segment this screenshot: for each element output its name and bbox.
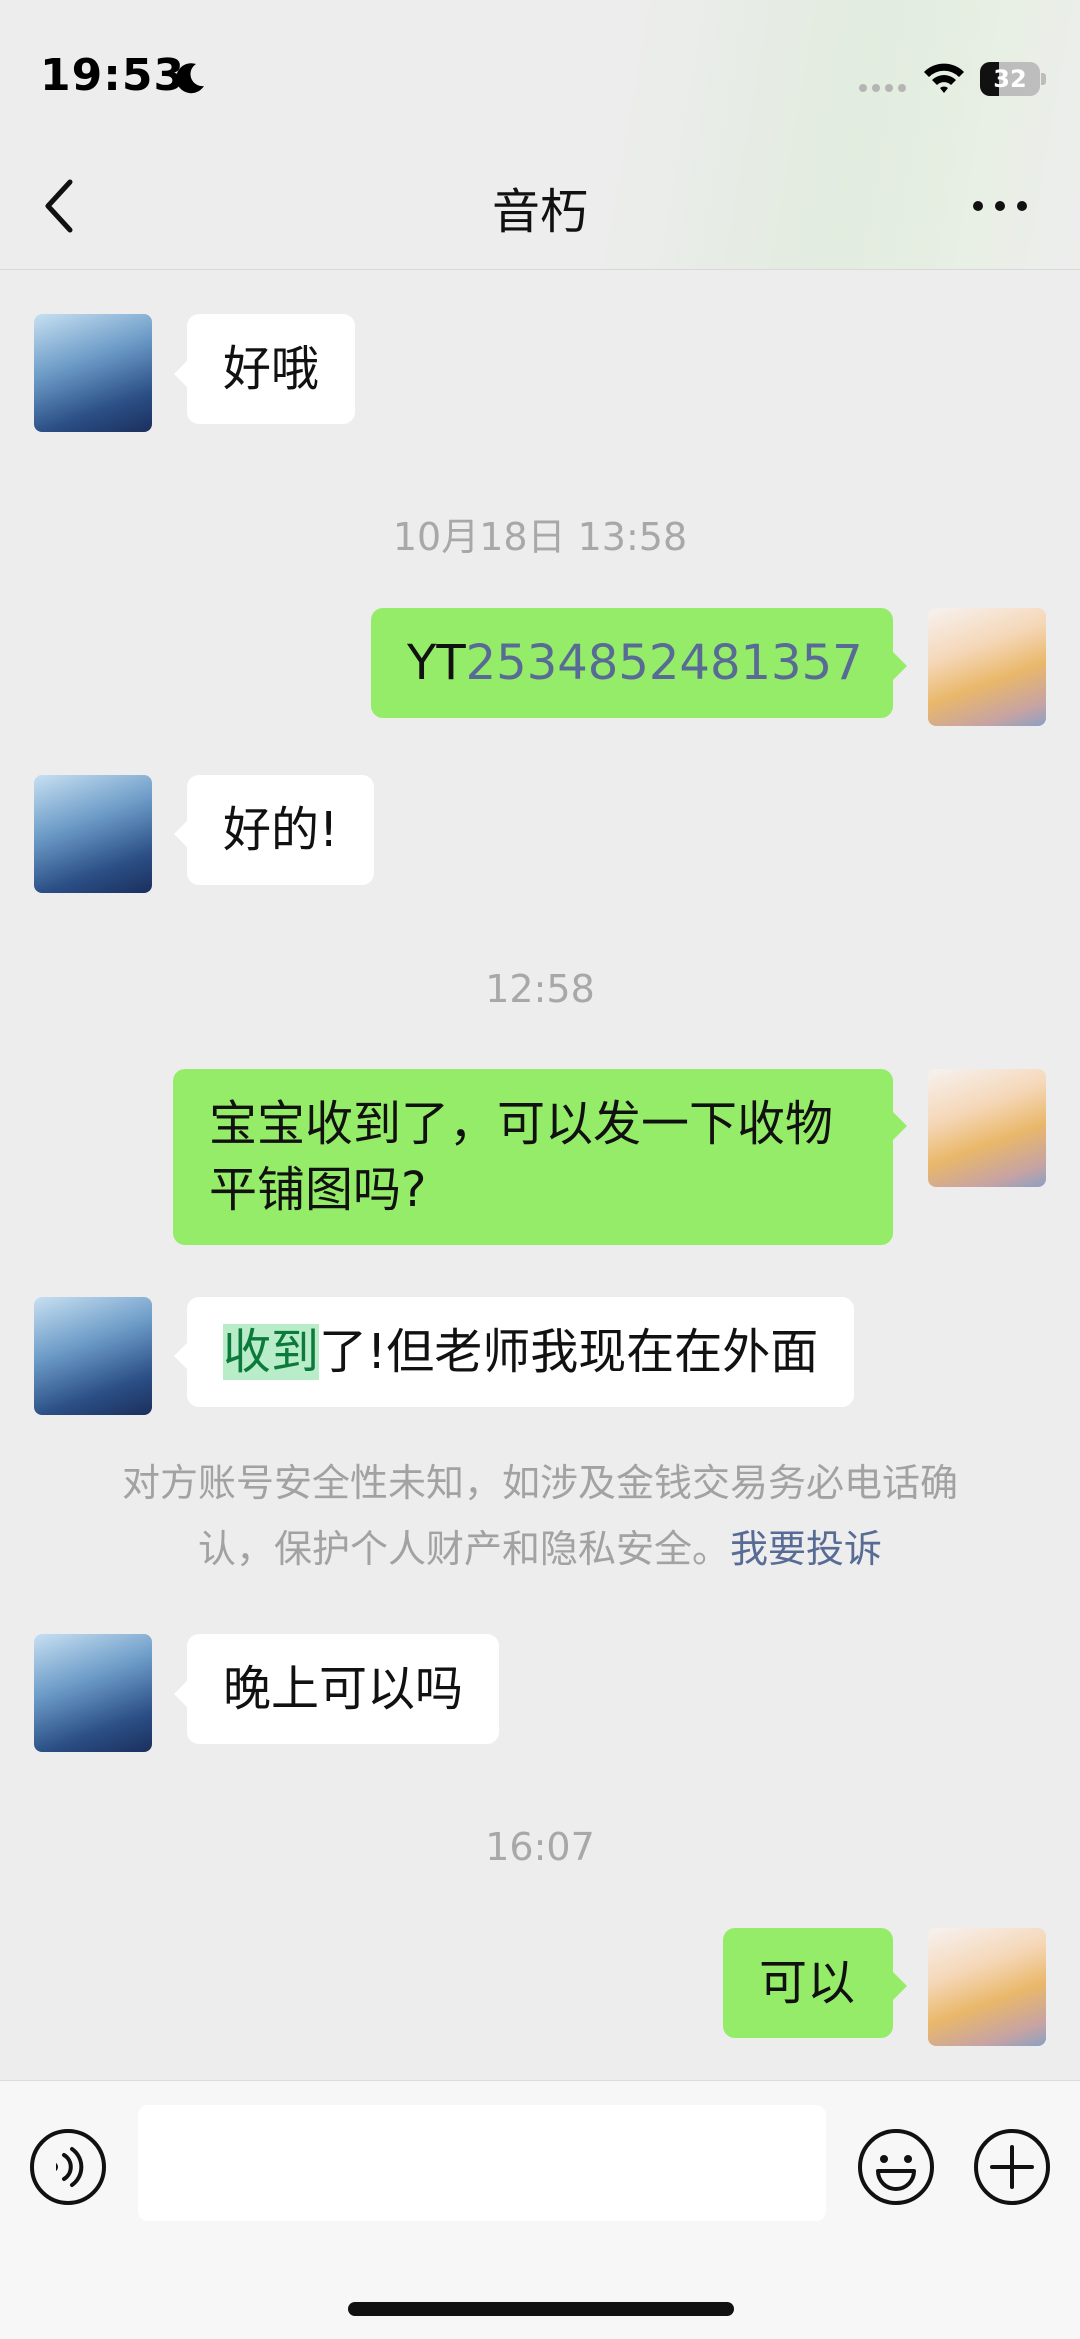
message-line: 平铺图吗? bbox=[209, 1162, 427, 1218]
emoji-icon[interactable] bbox=[856, 2127, 936, 2207]
message-bubble-received[interactable]: 好哦 bbox=[187, 314, 356, 424]
notice-line: 对方账号安全性未知，如涉及金钱交易务必电话确 bbox=[121, 1461, 958, 1505]
message-bubble-sent[interactable]: 可以 bbox=[723, 1928, 893, 2038]
home-indicator[interactable] bbox=[348, 2302, 734, 2316]
report-link[interactable]: 我要投诉 bbox=[730, 1527, 882, 1571]
bubble-tail bbox=[174, 820, 188, 848]
bubble-tail bbox=[174, 360, 188, 388]
wifi-icon bbox=[924, 63, 964, 93]
message-input[interactable] bbox=[138, 2105, 826, 2221]
tracking-number-link[interactable]: 2534852481357 bbox=[466, 635, 863, 691]
message-timestamp: 12:58 bbox=[485, 967, 595, 1011]
message-bubble-received[interactable]: 好的! bbox=[187, 775, 375, 885]
contact-avatar[interactable] bbox=[34, 1297, 152, 1415]
plus-icon[interactable] bbox=[972, 2127, 1052, 2207]
message-text: 了!但老师我现在在外面 bbox=[319, 1324, 819, 1380]
contact-avatar[interactable] bbox=[34, 314, 152, 432]
status-time: 19:53 bbox=[40, 50, 186, 101]
my-avatar[interactable] bbox=[928, 1069, 1046, 1187]
battery-icon: 32 bbox=[980, 62, 1046, 96]
message-bubble-received[interactable]: 晚上可以吗 bbox=[187, 1634, 500, 1744]
message-bubble-received[interactable]: 收到了!但老师我现在在外面 bbox=[187, 1297, 855, 1407]
highlighted-keyword[interactable]: 收到 bbox=[223, 1324, 320, 1380]
message-line: 宝宝收到了，可以发一下收物 bbox=[209, 1096, 834, 1152]
contact-avatar[interactable] bbox=[34, 1634, 152, 1752]
voice-icon[interactable] bbox=[28, 2127, 108, 2207]
tracking-prefix: YT bbox=[407, 635, 466, 691]
my-avatar[interactable] bbox=[928, 1928, 1046, 2046]
bubble-tail bbox=[893, 1972, 907, 2000]
message-bubble-sent[interactable]: YT2534852481357 bbox=[371, 608, 893, 718]
bubble-tail bbox=[893, 652, 907, 680]
message-timestamp: 16:07 bbox=[485, 1825, 595, 1869]
message-timestamp: 10月18日 13:58 bbox=[392, 515, 688, 559]
input-bar bbox=[0, 2080, 1080, 2339]
security-notice: 对方账号安全性未知，如涉及金钱交易务必电话确 认，保护个人财产和隐私安全。我要投… bbox=[80, 1450, 1000, 1582]
moon-icon bbox=[176, 63, 204, 94]
message-bubble-sent[interactable]: 宝宝收到了，可以发一下收物 平铺图吗? bbox=[173, 1069, 893, 1245]
battery-level: 32 bbox=[993, 65, 1027, 93]
my-avatar[interactable] bbox=[928, 608, 1046, 726]
bubble-tail bbox=[174, 1342, 188, 1370]
signal-icon bbox=[859, 84, 906, 92]
bubble-tail bbox=[893, 1112, 907, 1140]
chat-title: 音朽 bbox=[491, 184, 588, 240]
top-bar: 19:53 32 音朽 bbox=[0, 0, 1080, 270]
more-icon[interactable] bbox=[970, 196, 1030, 216]
contact-avatar[interactable] bbox=[34, 775, 152, 893]
bubble-tail bbox=[174, 1680, 188, 1708]
notice-line: 认，保护个人财产和隐私安全。 bbox=[197, 1527, 730, 1571]
